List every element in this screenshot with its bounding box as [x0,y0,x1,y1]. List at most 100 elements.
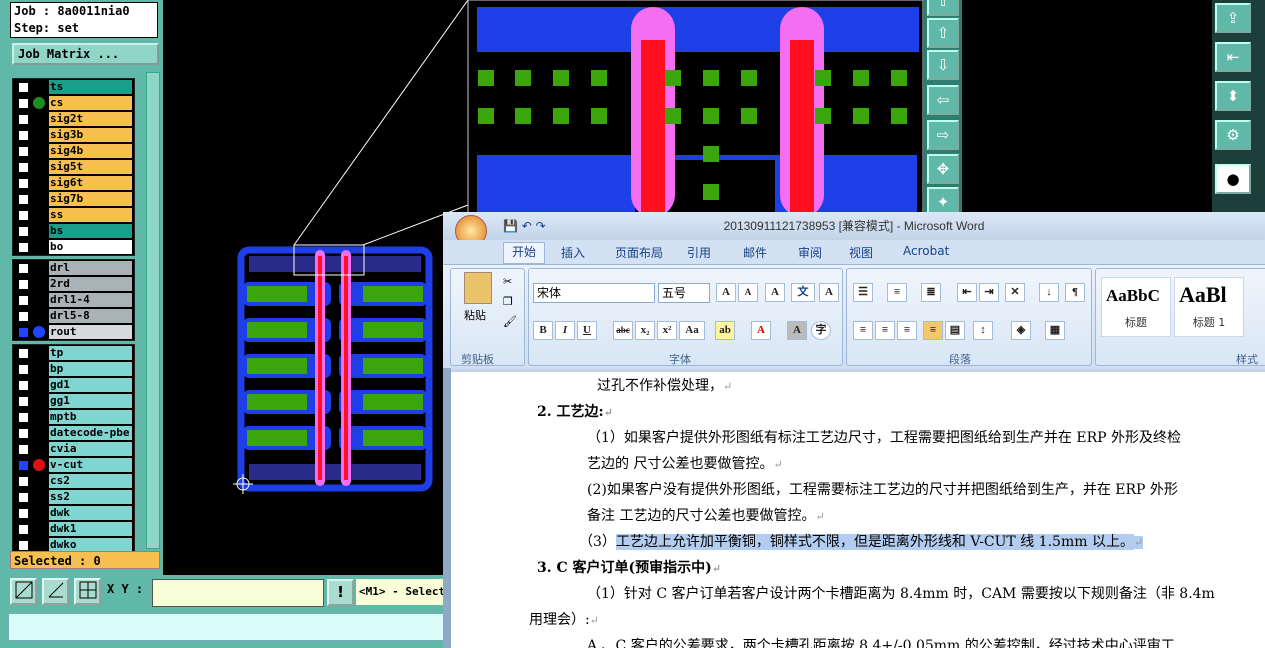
layer-checkbox[interactable] [18,146,29,157]
layer-row[interactable]: cs2 [13,473,134,489]
numbering-button[interactable]: ≡ [887,283,907,302]
cut-icon[interactable]: ✂ [503,275,512,288]
ribbon-tab[interactable]: 开始 [503,242,546,264]
highlight-button[interactable]: ab [715,321,735,340]
layer-row[interactable]: v-cut [13,457,134,473]
layer-row[interactable]: dwk [13,505,134,521]
layer-row[interactable]: gd1 [13,377,134,393]
increase-indent-button[interactable]: ⇥ [979,283,999,302]
layer-checkbox[interactable] [18,348,29,359]
grow-font-button[interactable]: A [716,283,736,302]
layer-row[interactable]: mptb [13,409,134,425]
line-spacing-button[interactable]: ↕ [973,321,993,340]
layer-row[interactable]: tp [13,345,134,361]
show-marks-button[interactable]: ¶ [1065,283,1085,302]
layer-row[interactable]: datecode-pbe [13,425,134,441]
layer-name[interactable]: ts [49,80,132,94]
toolbar-button-9[interactable]: ⇤ [1215,42,1251,72]
layer-name[interactable]: bs [49,224,132,238]
layer-name[interactable]: dwko [49,538,132,552]
paste-label[interactable]: 粘贴 [464,307,486,323]
layer-row[interactable]: drl [13,260,134,276]
layer-checkbox[interactable] [18,380,29,391]
enclose-char-button[interactable]: 字 [811,321,831,340]
layer-checkbox[interactable] [18,279,29,290]
layer-name[interactable]: ss2 [49,490,132,504]
align-left-button[interactable]: ≡ [853,321,873,340]
font-size-combo[interactable]: 五号 [658,283,710,303]
layer-name[interactable]: v-cut [49,458,132,472]
char-border-button[interactable]: A [819,283,839,302]
layer-checkbox[interactable] [18,311,29,322]
layer-row[interactable]: drl5-8 [13,308,134,324]
layer-name[interactable]: ss [49,208,132,222]
layer-name[interactable]: mptb [49,410,132,424]
layer-checkbox[interactable] [18,524,29,535]
layer-row[interactable]: ss [13,207,134,223]
layer-row[interactable]: cs [13,95,134,111]
clear-format-button[interactable]: A [765,283,785,302]
layer-checkbox[interactable] [18,226,29,237]
shading-button[interactable]: ◈ [1011,321,1031,340]
style-heading[interactable]: AaBbC 标题 [1101,277,1171,337]
decrease-indent-button[interactable]: ⇤ [957,283,977,302]
align-right-button[interactable]: ≡ [897,321,917,340]
job-matrix-button[interactable]: Job Matrix ... [12,43,159,65]
italic-button[interactable]: I [555,321,575,340]
layer-row[interactable]: 2rd [13,276,134,292]
layer-checkbox[interactable] [18,460,29,471]
ribbon-tab[interactable]: 邮件 [743,244,767,261]
layer-name[interactable]: cvia [49,442,132,456]
layer-checkbox[interactable] [18,130,29,141]
ribbon-tab[interactable]: 引用 [687,244,711,261]
toolbar-button-1[interactable]: ⇧ [927,0,959,16]
ribbon-tab[interactable]: 视图 [849,244,873,261]
align-center-button[interactable]: ≡ [875,321,895,340]
layer-scrollbar[interactable] [146,72,160,549]
layer-name[interactable]: gd1 [49,378,132,392]
layer-row[interactable]: sig4b [13,143,134,159]
layer-checkbox[interactable] [18,82,29,93]
layer-name[interactable]: cs [49,96,132,110]
layer-checkbox[interactable] [18,492,29,503]
layer-name[interactable]: tp [49,346,132,360]
layer-name[interactable]: dwk [49,506,132,520]
layer-checkbox[interactable] [18,194,29,205]
layer-name[interactable]: drl [49,261,132,275]
borders-button[interactable]: ▦ [1045,321,1065,340]
toolbar-button-11[interactable]: ⚙ [1215,120,1251,150]
shrink-font-button[interactable]: A [738,283,758,302]
layer-name[interactable]: dwk1 [49,522,132,536]
layer-checkbox[interactable] [18,364,29,375]
layer-checkbox[interactable] [18,476,29,487]
format-painter-icon[interactable]: 🖌 [503,315,517,328]
layer-name[interactable]: gg1 [49,394,132,408]
layer-name[interactable]: sig4b [49,144,132,158]
paste-icon[interactable] [464,272,492,304]
layer-name[interactable]: sig7b [49,192,132,206]
layer-checkbox[interactable] [18,210,29,221]
layer-checkbox[interactable] [18,242,29,253]
document-page[interactable]: 过孔不作补偿处理，↵ 2. 工艺边:↵ （1）如果客户提供外形图纸有标注工艺边尺… [451,372,1265,648]
layer-row[interactable]: sig2t [13,111,134,127]
layer-row[interactable]: drl1-4 [13,292,134,308]
layer-checkbox[interactable] [18,444,29,455]
layer-checkbox[interactable] [18,295,29,306]
ribbon-tab[interactable]: 插入 [561,244,585,261]
bold-button[interactable]: B [533,321,553,340]
measure-button[interactable] [10,578,37,605]
distribute-button[interactable]: ▤ [945,321,965,340]
strikethrough-button[interactable]: abc [613,321,633,340]
underline-button[interactable]: U [577,321,597,340]
justify-button[interactable]: ≡ [923,321,943,340]
layer-row[interactable]: cvia [13,441,134,457]
xy-input[interactable] [152,579,324,607]
font-color-button[interactable]: A [751,321,771,340]
layer-row[interactable]: dwk1 [13,521,134,537]
layer-name[interactable]: datecode-pbe [49,426,132,440]
sort-button[interactable]: ↓ [1039,283,1059,302]
toolbar-button-3[interactable]: ⇩ [927,50,959,80]
layer-row[interactable]: sig3b [13,127,134,143]
layer-checkbox[interactable] [18,396,29,407]
subscript-button[interactable]: x₂ [635,321,655,340]
